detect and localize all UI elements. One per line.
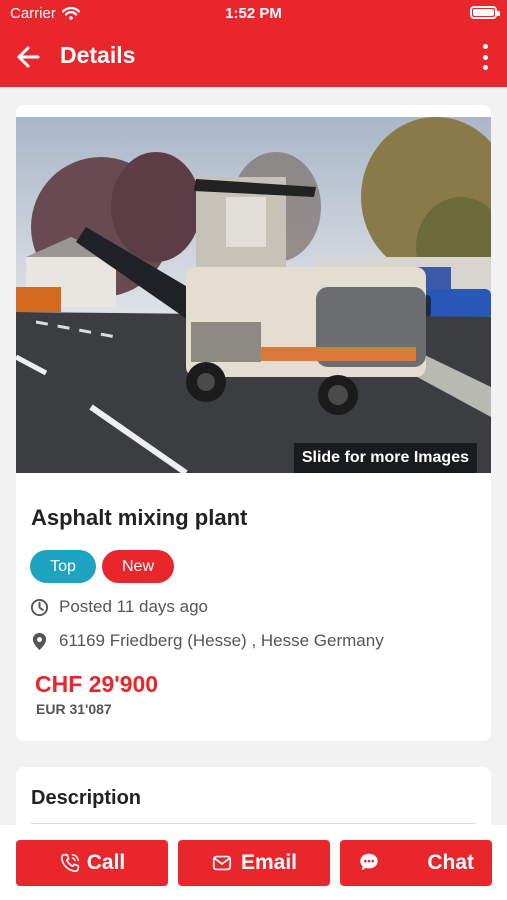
- price-primary: CHF 29'900: [35, 671, 159, 697]
- back-arrow-icon[interactable]: [14, 42, 44, 72]
- listing-title: Asphalt mixing plant: [31, 505, 248, 530]
- slide-hint: Slide for more Images: [293, 443, 477, 473]
- mail-icon: [212, 855, 232, 871]
- clock-icon: [30, 598, 49, 616]
- listing-image[interactable]: Slide for more Images: [16, 117, 491, 473]
- email-button[interactable]: Email: [178, 840, 330, 886]
- email-label: Email: [240, 851, 298, 874]
- navbar: Details: [0, 34, 507, 78]
- divider: [31, 823, 476, 824]
- chat-bubble-icon: [360, 853, 378, 871]
- call-label: Call: [86, 851, 126, 874]
- status-time: 1:52 PM: [225, 5, 282, 22]
- status-bar: Carrier 1:52 PM: [0, 0, 507, 28]
- posted-text: Posted 11 days ago: [59, 597, 209, 616]
- action-bar: Call Email Chat: [0, 825, 507, 900]
- more-vertical-icon[interactable]: [481, 44, 489, 70]
- location-pin-icon: [32, 632, 47, 650]
- price-secondary: EUR 31'087: [36, 701, 112, 717]
- posted-row: Posted 11 days ago: [30, 597, 208, 617]
- new-badge: New: [102, 550, 174, 583]
- location-row: 61169 Friedberg (Hesse) , Hesse Germany: [30, 631, 384, 651]
- badge-group: Top New: [30, 550, 174, 583]
- chat-button[interactable]: Chat: [340, 840, 492, 886]
- phone-icon: [60, 853, 79, 873]
- page-title: Details: [60, 42, 136, 68]
- chat-label: Chat: [427, 851, 474, 874]
- app-header: Carrier 1:52 PM Details: [0, 0, 507, 87]
- listing-card: Slide for more Images Asphalt mixing pla…: [16, 105, 491, 741]
- top-badge: Top: [30, 550, 96, 583]
- location-text: 61169 Friedberg (Hesse) , Hesse Germany: [59, 631, 384, 650]
- call-button[interactable]: Call: [16, 840, 168, 886]
- battery-icon: [470, 6, 500, 19]
- description-heading: Description: [31, 787, 142, 809]
